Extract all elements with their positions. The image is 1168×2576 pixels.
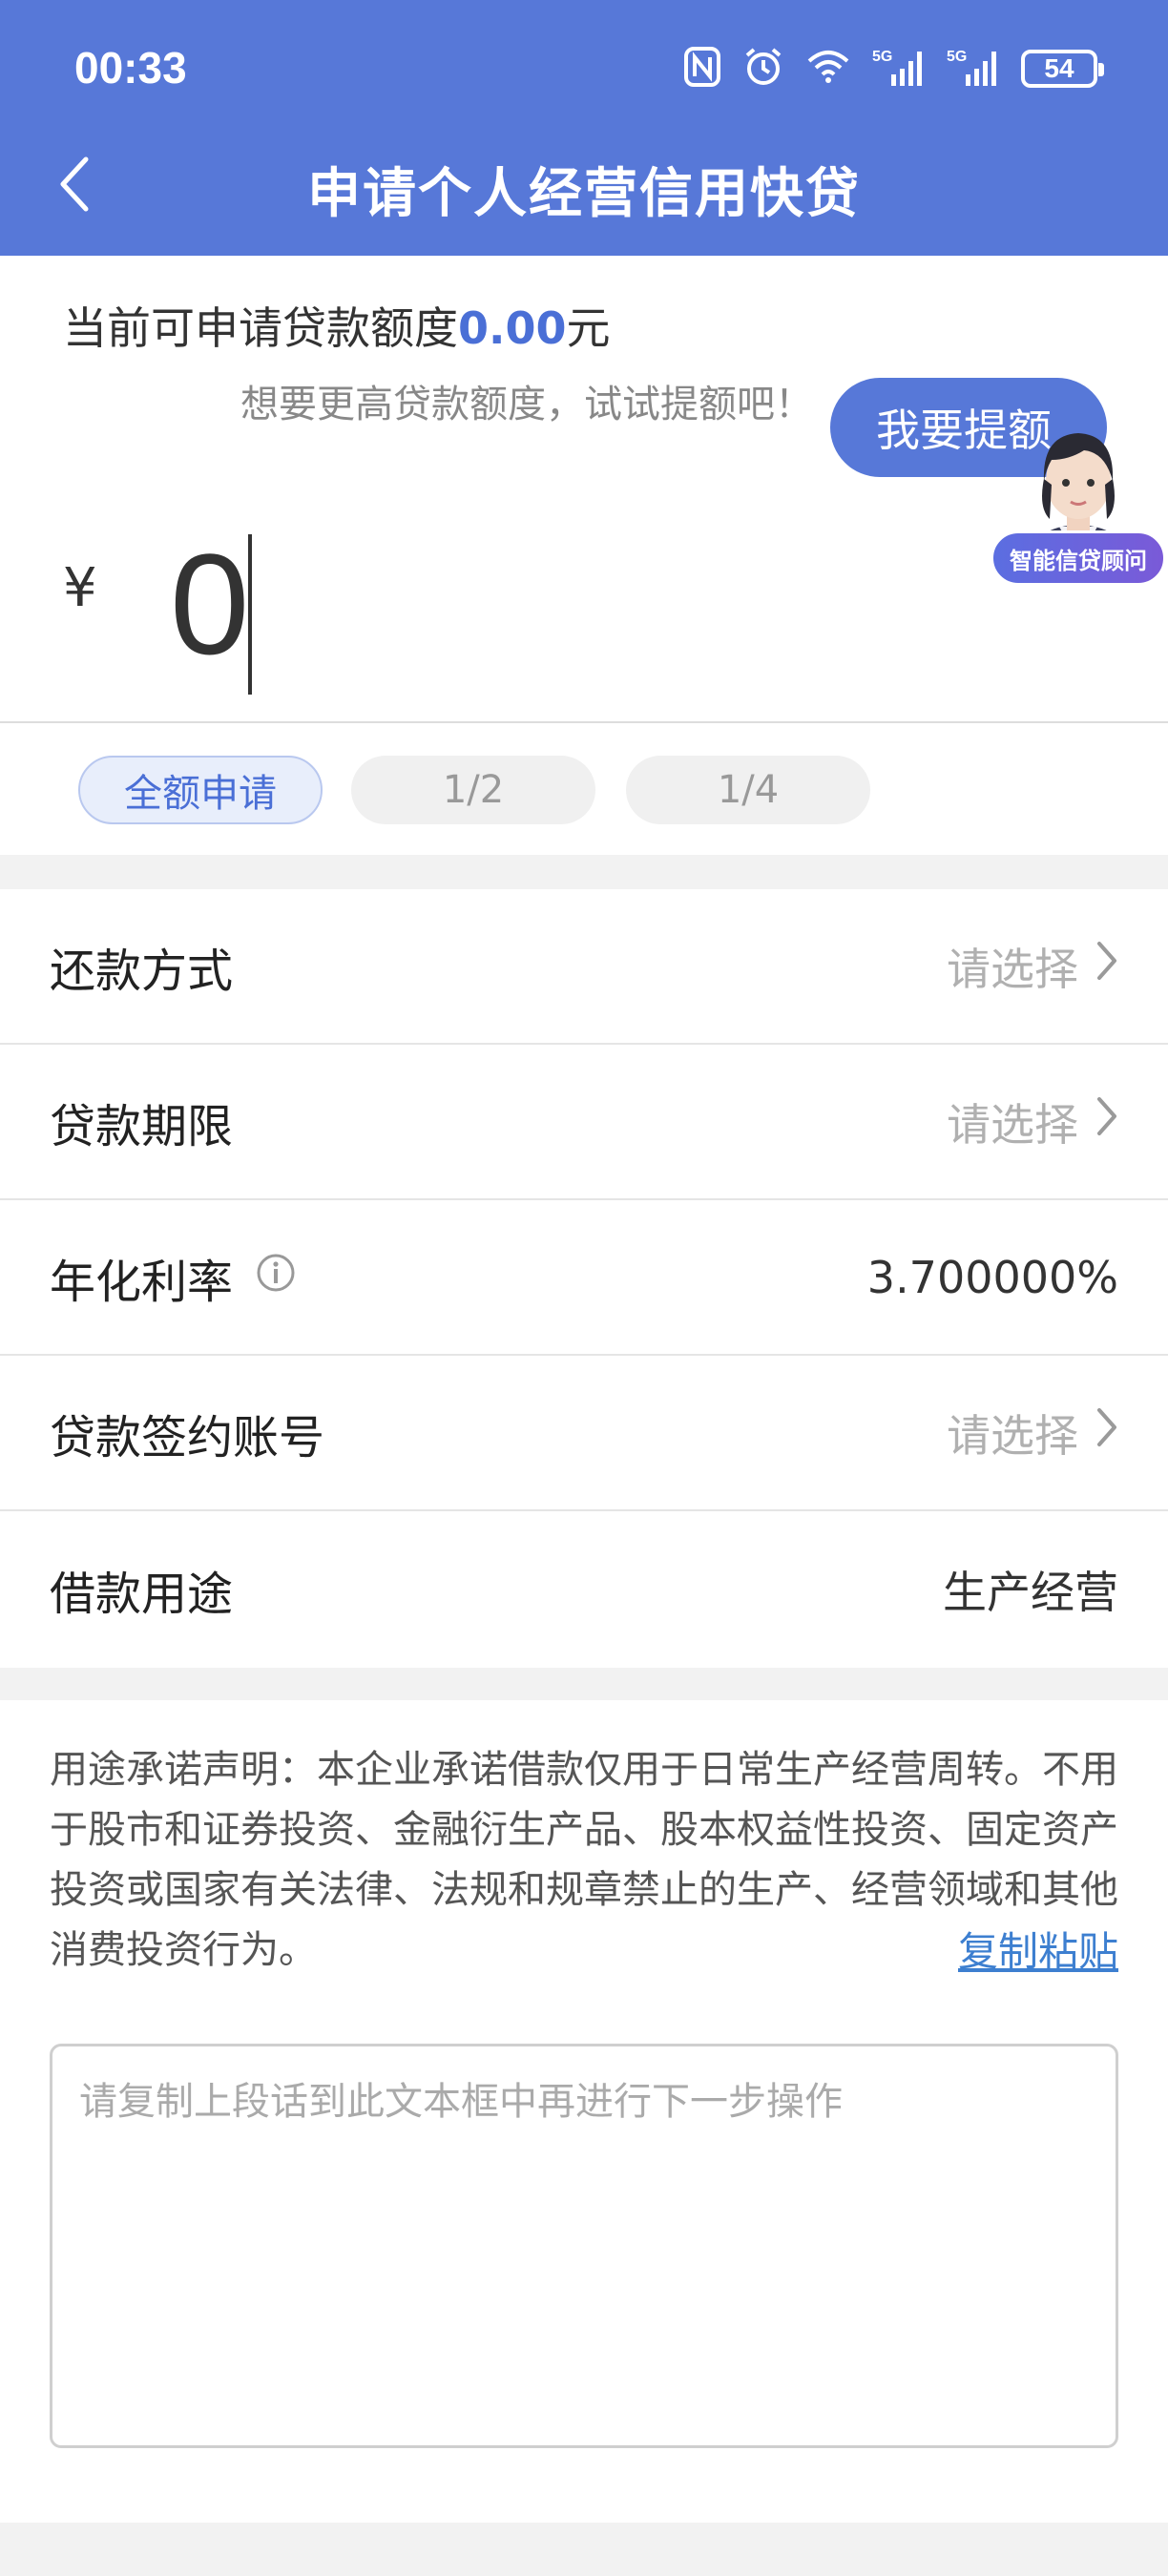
chip-full-amount[interactable]: 全额申请 xyxy=(78,756,323,824)
amount-card: 当前可申请贷款额度0.00元 想要更高贷款额度，试试提额吧！ 我要提额 智能信贷… xyxy=(0,256,1168,723)
svg-text:5G: 5G xyxy=(947,49,967,65)
text-caret xyxy=(248,534,252,695)
repayment-method-label: 还款方式 xyxy=(50,944,234,998)
copy-paste-link[interactable]: 复制粘贴 xyxy=(958,1920,1118,1978)
wifi-icon xyxy=(805,48,851,90)
row-label: 还款方式 xyxy=(50,933,233,1000)
row-label: 借款用途 xyxy=(50,1556,233,1623)
row-repayment-method[interactable]: 还款方式 请选择 xyxy=(0,889,1168,1045)
available-prefix: 当前可申请贷款额度 xyxy=(63,302,458,354)
available-credit: 当前可申请贷款额度0.00元 xyxy=(63,294,611,357)
signing-account-value: 请选择 xyxy=(947,1409,1078,1462)
row-label: 贷款期限 xyxy=(50,1089,233,1155)
row-loan-term[interactable]: 贷款期限 请选择 xyxy=(0,1045,1168,1200)
row-value: 3.700000% xyxy=(867,1252,1118,1303)
loan-amount-input[interactable]: 0 xyxy=(170,532,249,675)
status-icons: 5G 5G 54 xyxy=(683,42,1104,95)
row-label: 贷款签约账号 xyxy=(50,1400,324,1466)
row-loan-purpose: 借款用途 生产经营 xyxy=(0,1511,1168,1667)
advisor-badge[interactable]: 智能信贷顾问 xyxy=(991,530,1166,586)
row-value: 生产经营 xyxy=(943,1558,1118,1621)
status-time: 00:33 xyxy=(74,43,187,93)
row-label: 年化利率 xyxy=(50,1244,296,1311)
available-amount: 0.00 xyxy=(458,302,567,354)
available-suffix: 元 xyxy=(566,302,611,354)
annual-rate-value: 3.700000% xyxy=(866,1251,1118,1303)
purpose-declaration: 用途承诺声明：本企业承诺借款仅用于日常生产经营周转。不用于股市和证券投资、金融衍… xyxy=(0,1700,1168,2523)
loan-term-label: 贷款期限 xyxy=(50,1099,234,1153)
chevron-right-icon xyxy=(1095,1406,1118,1459)
battery-indicator: 54 xyxy=(1021,50,1104,88)
row-value: 请选择 xyxy=(947,935,1118,998)
signal-5g-icon: 5G xyxy=(872,46,926,92)
raise-limit-hint: 想要更高贷款额度，试试提额吧！ xyxy=(240,383,813,426)
svg-text:5G: 5G xyxy=(872,49,892,65)
nfc-icon xyxy=(683,46,721,92)
loan-form: 还款方式 请选择 贷款期限 请选择 年化利率 3.700000% 贷款签约账号 … xyxy=(0,889,1168,1668)
repayment-method-value: 请选择 xyxy=(947,943,1078,995)
loan-purpose-value: 生产经营 xyxy=(943,1566,1118,1618)
status-bar: 00:33 5G 5G 54 xyxy=(0,0,1168,134)
row-value: 请选择 xyxy=(947,1091,1118,1153)
chip-quarter[interactable]: 1/4 xyxy=(626,756,870,824)
row-annual-rate: 年化利率 3.700000% xyxy=(0,1200,1168,1356)
ratio-chips: 全额申请 1/2 1/4 xyxy=(0,723,1168,855)
row-value: 请选择 xyxy=(947,1402,1118,1465)
annual-rate-label: 年化利率 xyxy=(50,1255,234,1309)
signal-5g-icon: 5G xyxy=(947,46,1000,92)
chip-half[interactable]: 1/2 xyxy=(351,756,595,824)
alarm-icon xyxy=(742,46,784,92)
signing-account-label: 贷款签约账号 xyxy=(50,1410,325,1465)
row-signing-account[interactable]: 贷款签约账号 请选择 xyxy=(0,1356,1168,1511)
loan-purpose-label: 借款用途 xyxy=(50,1567,234,1621)
chevron-right-icon xyxy=(1095,1095,1118,1148)
loan-term-value: 请选择 xyxy=(947,1098,1078,1151)
info-icon[interactable] xyxy=(256,1251,296,1304)
page-title: 申请个人经营信用快贷 xyxy=(307,163,861,225)
chevron-right-icon xyxy=(1095,940,1118,992)
app-header: 00:33 5G 5G 54 申请个人经营信用快贷 xyxy=(0,0,1168,256)
declaration-textarea[interactable]: 请复制上段话到此文本框中再进行下一步操作 xyxy=(50,2044,1118,2448)
currency-symbol: ¥ xyxy=(63,557,97,619)
